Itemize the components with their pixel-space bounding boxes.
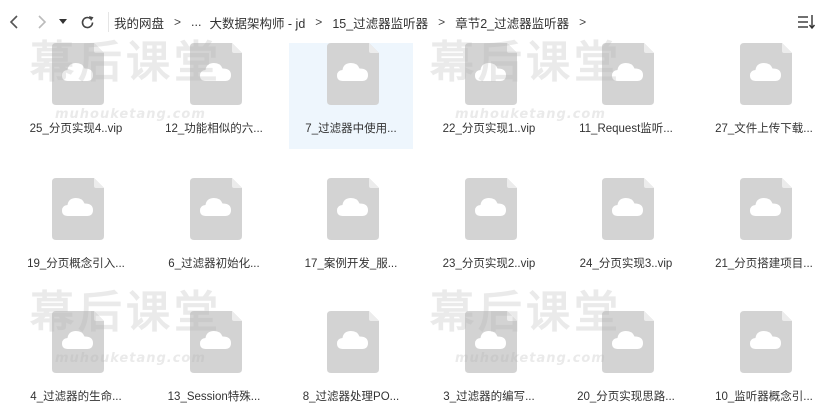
file-name: 7_过滤器中使用... <box>305 123 397 135</box>
cloud-file-icon <box>327 178 379 240</box>
file-item[interactable]: 20_分页实现思路... <box>564 311 688 417</box>
breadcrumb-separator[interactable]: > <box>573 15 592 29</box>
file-item[interactable]: 11_Request监听... <box>564 43 688 149</box>
back-button[interactable] <box>4 10 26 34</box>
file-item[interactable]: 24_分页实现3..vip <box>564 178 688 284</box>
breadcrumb-item-course[interactable]: 大数据架构师 - jd <box>205 13 309 32</box>
file-name: 8_过滤器处理PO... <box>302 391 400 403</box>
cloud-file-icon <box>190 178 242 240</box>
file-item[interactable]: 21_分页搭建项目... <box>702 178 822 284</box>
breadcrumb-separator: > <box>174 15 182 29</box>
cloud-file-icon <box>52 178 104 240</box>
file-name: 13_Session特殊... <box>167 391 261 403</box>
file-item[interactable]: 3_过滤器的编写... <box>427 311 551 417</box>
cloud-file-icon <box>740 178 792 240</box>
file-item[interactable]: 13_Session特殊... <box>152 311 276 417</box>
cloud-file-icon <box>602 178 654 240</box>
file-name: 10_监听器概念引... <box>715 391 813 403</box>
history-dropdown-button[interactable] <box>56 10 70 34</box>
breadcrumb: 我的网盘 > ... 大数据架构师 - jd > 15_过滤器监听器 > 章节2… <box>110 0 592 44</box>
file-item[interactable]: 10_监听器概念引... <box>702 311 822 417</box>
toolbar: 我的网盘 > ... 大数据架构师 - jd > 15_过滤器监听器 > 章节2… <box>0 0 822 44</box>
forward-icon <box>38 15 47 29</box>
sort-icon <box>798 15 816 30</box>
cloud-file-icon <box>190 43 242 105</box>
file-name: 3_过滤器的编写... <box>443 391 535 403</box>
file-name: 17_案例开发_服... <box>304 258 398 270</box>
file-item[interactable]: 23_分页实现2..vip <box>427 178 551 284</box>
file-name: 4_过滤器的生命... <box>30 391 122 403</box>
file-name: 23_分页实现2..vip <box>442 258 536 270</box>
file-name: 20_分页实现思路... <box>577 391 675 403</box>
file-item[interactable]: 22_分页实现1..vip <box>427 43 551 149</box>
file-name: 11_Request监听... <box>579 123 673 135</box>
file-name: 25_分页实现4..vip <box>29 123 123 135</box>
back-icon <box>9 15 18 29</box>
file-name: 12_功能相似的六... <box>165 123 263 135</box>
breadcrumb-item-chapter[interactable]: 章节2_过滤器监听器 <box>451 13 573 32</box>
cloud-file-icon <box>327 43 379 105</box>
cloud-file-icon <box>190 311 242 373</box>
sort-view-button[interactable] <box>796 12 816 32</box>
cloud-file-icon <box>465 311 517 373</box>
cloud-file-icon <box>52 311 104 373</box>
file-item[interactable]: 27_文件上传下载... <box>702 43 822 149</box>
file-item[interactable]: 25_分页实现4..vip <box>14 43 138 149</box>
forward-button[interactable] <box>30 10 52 34</box>
refresh-icon <box>81 15 93 28</box>
file-item[interactable]: 4_过滤器的生命... <box>14 311 138 417</box>
cloud-file-icon <box>740 43 792 105</box>
dropdown-icon <box>59 19 67 24</box>
file-item[interactable]: 8_过滤器处理PO... <box>289 311 413 417</box>
cloud-file-icon <box>465 178 517 240</box>
file-item[interactable]: 12_功能相似的六... <box>152 43 276 149</box>
cloud-file-icon <box>740 311 792 373</box>
cloud-file-icon <box>602 311 654 373</box>
breadcrumb-item-ellipsis[interactable]: ... <box>187 15 205 29</box>
file-item[interactable]: 19_分页概念引入... <box>14 178 138 284</box>
refresh-button[interactable] <box>76 10 98 34</box>
breadcrumb-item-module[interactable]: 15_过滤器监听器 <box>328 13 432 32</box>
cloud-file-icon <box>327 311 379 373</box>
breadcrumb-separator: > <box>315 15 323 29</box>
toolbar-divider <box>108 12 109 32</box>
file-name: 24_分页实现3..vip <box>579 258 673 270</box>
file-grid: 25_分页实现4..vip 12_功能相似的六... 7_过滤器中使用... 22_分… <box>0 43 822 418</box>
file-item[interactable]: 17_案例开发_服... <box>289 178 413 284</box>
file-name: 27_文件上传下载... <box>715 123 813 135</box>
cloud-file-icon <box>602 43 654 105</box>
file-name: 19_分页概念引入... <box>27 258 125 270</box>
file-item[interactable]: 7_过滤器中使用... <box>289 43 413 149</box>
breadcrumb-separator: > <box>438 15 446 29</box>
file-item[interactable]: 6_过滤器初始化... <box>152 178 276 284</box>
cloud-file-icon <box>52 43 104 105</box>
file-name: 22_分页实现1..vip <box>442 123 536 135</box>
file-name: 6_过滤器初始化... <box>168 258 260 270</box>
file-name: 21_分页搭建项目... <box>715 258 813 270</box>
breadcrumb-item-root[interactable]: 我的网盘 <box>110 13 168 32</box>
cloud-file-icon <box>465 43 517 105</box>
